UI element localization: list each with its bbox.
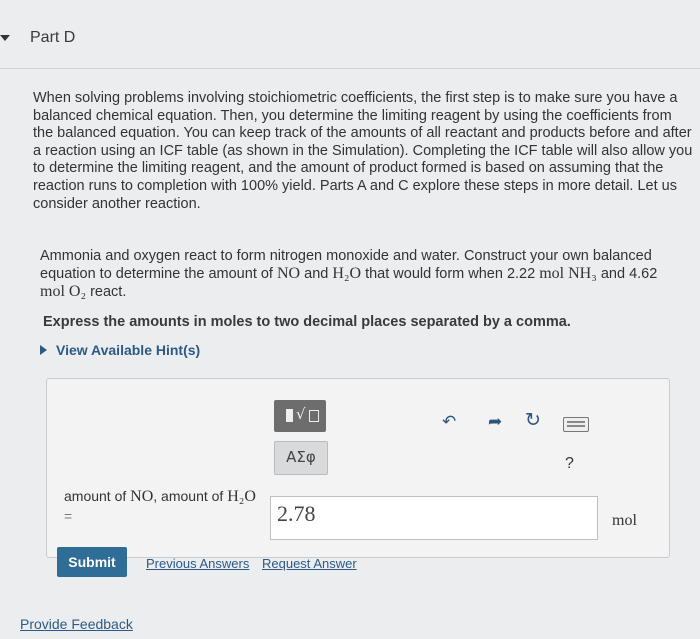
view-hints-toggle[interactable]: View Available Hint(s) [40, 342, 200, 358]
keyboard-icon[interactable] [563, 417, 589, 432]
answer-label: amount of NO, amount of H₂O [64, 488, 256, 505]
instruction-text: Express the amounts in moles to two deci… [43, 314, 571, 330]
template-square-icon [286, 409, 293, 422]
previous-answers-link[interactable]: Previous Answers [146, 556, 249, 571]
formula-nh3: NH₃ [568, 265, 597, 282]
question-paragraph: Ammonia and oxygen react to form nitroge… [40, 248, 658, 300]
math-templates-button[interactable]: √ [274, 400, 326, 432]
answer-input[interactable]: 2.78 [270, 496, 598, 540]
part-title: Part D [30, 29, 76, 46]
expand-triangle-icon [40, 345, 47, 355]
unit-label: mol [612, 512, 637, 529]
request-answer-link[interactable]: Request Answer [262, 556, 357, 571]
divider [0, 68, 700, 69]
help-button[interactable]: ? [565, 455, 574, 473]
greek-symbols-button[interactable]: ΑΣφ [274, 441, 328, 475]
formula-no: NO [277, 265, 301, 282]
submit-button[interactable]: Submit [57, 547, 127, 577]
template-box-icon [309, 410, 319, 422]
formula-o2: O₂ [68, 283, 87, 300]
reset-icon[interactable]: ↻ [525, 409, 541, 431]
radical-icon: √ [296, 405, 306, 423]
redo-icon[interactable]: ➦ [488, 412, 502, 432]
collapse-caret-icon[interactable] [0, 35, 10, 41]
provide-feedback-link[interactable]: Provide Feedback [20, 616, 133, 632]
formula-h2o: H₂O [332, 265, 362, 282]
undo-icon[interactable]: ↶ [442, 412, 456, 432]
intro-paragraph: When solving problems involving stoichio… [33, 90, 693, 212]
equals-sign: = [64, 508, 73, 524]
